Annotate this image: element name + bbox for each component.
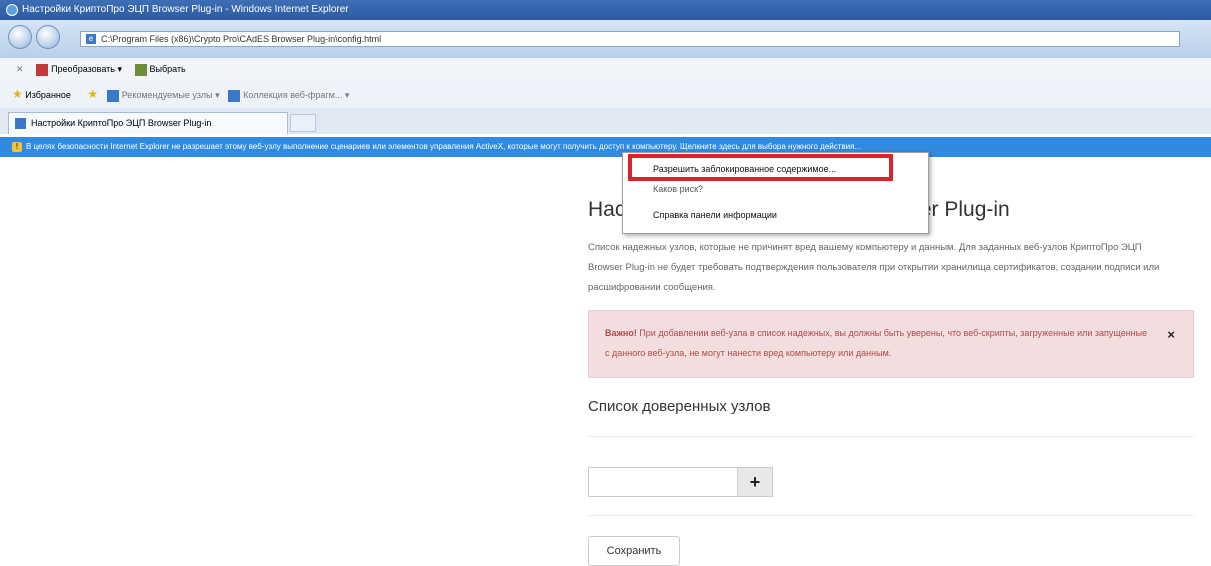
infobar-text: В целях безопасности Internet Explorer н… — [26, 142, 862, 151]
favorites-button[interactable]: ★ Избранное — [12, 87, 71, 101]
window-title: Настройки КриптоПро ЭЦП Browser Plug-in … — [22, 4, 349, 15]
divider — [588, 515, 1194, 516]
web-slices-label: Коллекция веб-фрагм... — [243, 90, 343, 100]
tab-settings[interactable]: Настройки КриптоПро ЭЦП Browser Plug-in — [8, 112, 288, 134]
close-icon[interactable]: ✕ — [16, 64, 24, 74]
star-icon: ★ — [12, 87, 23, 101]
pdf-icon — [36, 63, 49, 76]
close-icon[interactable]: × — [1167, 325, 1175, 345]
favorites-label: Избранное — [25, 90, 71, 100]
tab-label: Настройки КриптоПро ЭЦП Browser Plug-in — [31, 118, 212, 128]
suggested-sites-label: Рекомендуемые узлы — [121, 90, 213, 100]
convert-button[interactable]: Преобразовать ▾ — [36, 63, 122, 76]
menu-item-infobar-help[interactable]: Справка панели информации — [653, 210, 777, 220]
select-button[interactable]: Выбрать — [134, 63, 186, 76]
select-icon — [134, 63, 147, 76]
forward-button[interactable] — [36, 25, 60, 49]
alert-bold: Важно! — [605, 328, 637, 338]
convert-label: Преобразовать — [51, 64, 115, 74]
favorites-bar: ★ Избранное ★ Рекомендуемые узлы ▾ Колле… — [0, 80, 1211, 108]
web-slices-link[interactable]: Коллекция веб-фрагм... ▾ — [228, 89, 349, 102]
command-bar: ✕ Преобразовать ▾ Выбрать — [0, 58, 1211, 81]
page-icon: e — [86, 34, 96, 44]
suggested-sites-link[interactable]: Рекомендуемые узлы ▾ — [106, 89, 220, 102]
divider — [588, 436, 1194, 437]
address-url: C:\Program Files (x86)\Crypto Pro\CAdES … — [101, 34, 382, 44]
warning-alert: Важно! При добавлении веб-узла в список … — [588, 310, 1194, 378]
select-label: Выбрать — [149, 64, 186, 74]
shield-warning-icon: ! — [12, 142, 22, 152]
window-title-bar: Настройки КриптоПро ЭЦП Browser Plug-in … — [0, 0, 1211, 20]
page-description: Список надежных узлов, которые не причин… — [588, 242, 1160, 293]
address-bar[interactable]: e C:\Program Files (x86)\Crypto Pro\CAdE… — [80, 31, 1180, 47]
new-tab-button[interactable] — [290, 114, 316, 132]
information-bar[interactable]: ! В целях безопасности Internet Explorer … — [0, 137, 1211, 157]
back-button[interactable] — [8, 25, 32, 49]
ie-logo-icon — [6, 4, 18, 16]
add-favorite-icon[interactable]: ★ — [87, 87, 98, 101]
add-site-button[interactable]: + — [737, 467, 773, 497]
trusted-site-input[interactable] — [588, 467, 738, 497]
ie-page-icon — [15, 118, 26, 129]
page-title-start: Нас — [588, 198, 626, 221]
trusted-sites-heading: Список доверенных узлов — [588, 398, 771, 415]
alert-text: При добавлении веб-узла в список надежны… — [605, 328, 1148, 358]
ie-page-icon — [106, 89, 119, 102]
menu-item-what-risk[interactable]: Каков риск? — [653, 184, 703, 194]
ie-page-icon — [228, 89, 241, 102]
highlight-box — [628, 154, 893, 181]
